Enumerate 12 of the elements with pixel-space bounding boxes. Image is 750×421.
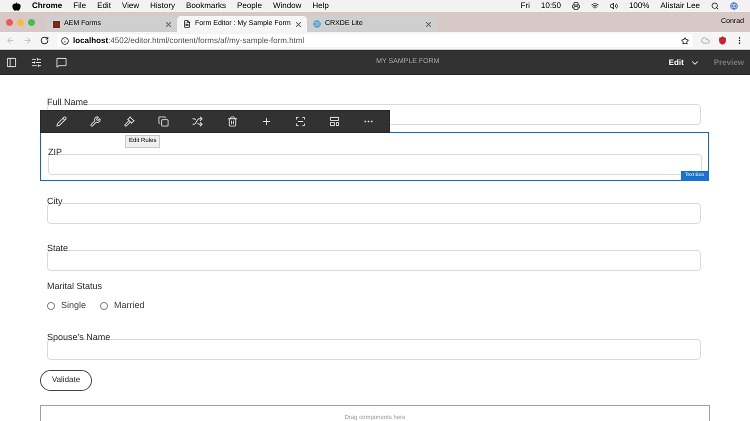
clock: 10:50 [540,0,561,12]
field-label: Full Name [47,97,88,107]
field-label: Spouse's Name [47,332,110,342]
field-label: State [47,243,68,253]
field-label: ZIP [48,147,62,157]
url-text: localhost:4502/editor.html/content/forms/af/my-sample-form.html [73,34,304,46]
battery-percent: 100% [628,0,650,12]
day-label: Fri [520,0,530,12]
field-label: City [47,196,62,206]
radio-label: Single [61,299,86,312]
field-label: Marital Status [47,282,104,293]
radio-label: Married [114,299,145,312]
